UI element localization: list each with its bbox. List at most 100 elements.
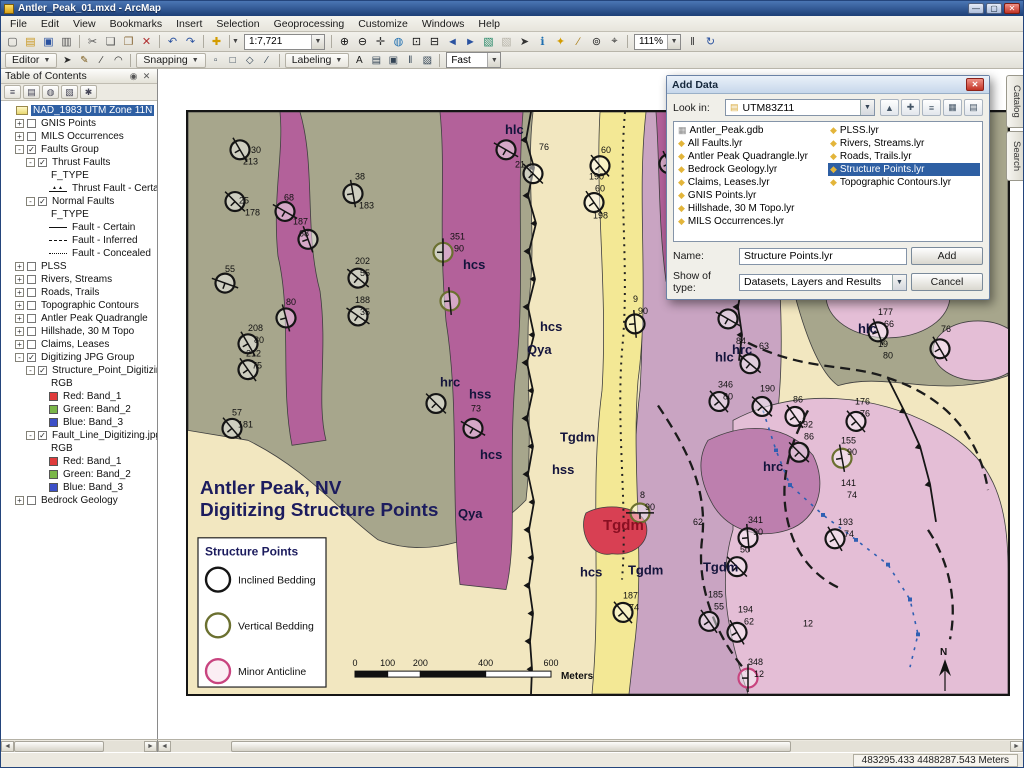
expander-icon[interactable]: +	[15, 288, 24, 297]
edit-tool-icon[interactable]: ➤	[59, 53, 75, 67]
toc-item[interactable]: Fault - Certain	[1, 221, 157, 234]
scroll-thumb[interactable]	[231, 741, 791, 752]
toggle-contents-icon[interactable]: ≡	[922, 99, 941, 116]
file-item[interactable]: ◆Bedrock Geology.lyr	[676, 163, 828, 176]
toc-item[interactable]: -✓Digitizing JPG Group	[1, 351, 157, 364]
expander-icon[interactable]: -	[26, 197, 35, 206]
layer-checkbox[interactable]	[27, 262, 36, 271]
pause-labeling-icon[interactable]: ‖	[402, 53, 418, 67]
hyperlink-icon[interactable]: ✦	[552, 34, 569, 50]
toc-item[interactable]: Green: Band_2	[1, 403, 157, 416]
menu-customize[interactable]: Customize	[351, 17, 415, 31]
file-item[interactable]: ◆All Faults.lyr	[676, 137, 828, 150]
menu-bookmarks[interactable]: Bookmarks	[103, 17, 170, 31]
list-by-selection-icon[interactable]: ▧	[61, 85, 78, 99]
list-by-drawing-order-icon[interactable]: ≡	[4, 85, 21, 99]
layer-checkbox[interactable]	[27, 275, 36, 284]
close-button[interactable]: ✕	[1004, 3, 1020, 14]
map-scale-combo[interactable]: 1:7,721▼	[244, 34, 325, 50]
toc-item[interactable]: -✓Normal Faults	[1, 195, 157, 208]
toc-item[interactable]: -✓Fault_Line_Digitizing.jpg	[1, 429, 157, 442]
file-item[interactable]: ◆Hillshade, 30 M Topo.lyr	[676, 202, 828, 215]
toc-item[interactable]: +PLSS	[1, 260, 157, 273]
toc-item[interactable]: NAD_1983 UTM Zone 11N	[1, 104, 157, 117]
toc-item[interactable]: +Topographic Contours	[1, 299, 157, 312]
toc-item[interactable]: +Antler Peak Quadrangle	[1, 312, 157, 325]
editor-menu-button[interactable]: Editor▼	[5, 53, 57, 68]
layer-checkbox[interactable]: ✓	[27, 353, 36, 362]
scroll-right-icon[interactable]: ►	[144, 741, 157, 752]
toc-item[interactable]: +Roads, Trails	[1, 286, 157, 299]
zoom-percent-combo[interactable]: 111%▼	[634, 34, 681, 50]
straight-segment-icon[interactable]: ∕	[93, 53, 109, 67]
layer-checkbox[interactable]	[27, 340, 36, 349]
new-document-icon[interactable]: ▢	[4, 34, 21, 50]
connect-to-folder-icon[interactable]: ✚	[901, 99, 920, 116]
toc-item[interactable]: +Bedrock Geology	[1, 494, 157, 507]
delete-icon[interactable]: ✕	[138, 34, 155, 50]
save-icon[interactable]: ▣	[40, 34, 57, 50]
toc-item[interactable]: Fault - Inferred	[1, 234, 157, 247]
measure-icon[interactable]: ∕	[570, 34, 587, 50]
toc-item[interactable]: -✓Faults Group	[1, 143, 157, 156]
toc-item[interactable]: Thrust Fault - Certain	[1, 182, 157, 195]
layer-checkbox[interactable]	[27, 496, 36, 505]
copy-icon[interactable]: ❏	[102, 34, 119, 50]
list-by-source-icon[interactable]: ▤	[23, 85, 40, 99]
menu-help[interactable]: Help	[471, 17, 507, 31]
catalog-tab[interactable]: Catalog	[1006, 75, 1023, 128]
toc-item[interactable]: Fault - Concealed	[1, 247, 157, 260]
up-one-level-icon[interactable]: ▲	[880, 99, 899, 116]
add-button[interactable]: Add	[911, 247, 983, 265]
maximize-button[interactable]: ▢	[986, 3, 1002, 14]
menu-selection[interactable]: Selection	[209, 17, 266, 31]
print-icon[interactable]: ▥	[58, 34, 75, 50]
back-extent-icon[interactable]: ◄	[444, 34, 461, 50]
expander-icon[interactable]: -	[15, 145, 24, 154]
lock-labels-icon[interactable]: ▣	[385, 53, 401, 67]
toc-item[interactable]: F_TYPE	[1, 169, 157, 182]
trace-tool-icon[interactable]: ◠	[110, 53, 126, 67]
toc-item[interactable]: Red: Band_1	[1, 390, 157, 403]
toc-item[interactable]: +Claims, Leases	[1, 338, 157, 351]
label-manager-icon[interactable]: A	[351, 53, 367, 67]
close-panel-icon[interactable]: ✕	[140, 70, 153, 82]
look-in-combo[interactable]: ▤UTM83Z11 ▼	[725, 99, 875, 116]
layer-checkbox[interactable]: ✓	[27, 145, 36, 154]
toc-item[interactable]: Blue: Band_3	[1, 481, 157, 494]
open-icon[interactable]: ▤	[22, 34, 39, 50]
layer-checkbox[interactable]: ✓	[38, 431, 47, 440]
chevron-down-icon[interactable]: ▼	[892, 275, 906, 290]
pause-drawing-icon[interactable]: ‖	[684, 34, 701, 50]
forward-extent-icon[interactable]: ►	[462, 34, 479, 50]
file-item[interactable]: ◆Structure Points.lyr	[828, 163, 980, 176]
file-item[interactable]: ◆Antler Peak Quadrangle.lyr	[676, 150, 828, 163]
expander-icon[interactable]: -	[15, 353, 24, 362]
layer-checkbox[interactable]: ✓	[38, 366, 47, 375]
file-item[interactable]: ◆Topographic Contours.lyr	[828, 176, 980, 189]
layer-checkbox[interactable]: ✓	[38, 197, 47, 206]
fixed-zoom-out-icon[interactable]: ⊟	[426, 34, 443, 50]
expander-icon[interactable]: -	[26, 431, 35, 440]
pin-icon[interactable]: ◉	[127, 70, 140, 82]
expander-icon[interactable]: +	[15, 301, 24, 310]
cancel-button[interactable]: Cancel	[911, 273, 983, 291]
file-item[interactable]: ◆PLSS.lyr	[828, 124, 980, 137]
toc-item[interactable]: +Hillshade, 30 M Topo	[1, 325, 157, 338]
expander-icon[interactable]: +	[15, 327, 24, 336]
go-to-xy-icon[interactable]: ⌖	[606, 34, 623, 50]
layer-checkbox[interactable]	[27, 288, 36, 297]
expander-icon[interactable]: +	[15, 132, 24, 141]
vertex-snapping-icon[interactable]: ◇	[242, 53, 258, 67]
menu-edit[interactable]: Edit	[34, 17, 66, 31]
toc-item[interactable]: +GNIS Points	[1, 117, 157, 130]
expander-icon[interactable]: +	[15, 340, 24, 349]
toc-item[interactable]: F_TYPE	[1, 208, 157, 221]
pan-icon[interactable]: ✛	[372, 34, 389, 50]
label-priority-icon[interactable]: ▤	[368, 53, 384, 67]
expander-icon[interactable]: +	[15, 262, 24, 271]
expander-icon[interactable]: +	[15, 119, 24, 128]
name-input[interactable]: Structure Points.lyr	[739, 248, 907, 265]
select-features-icon[interactable]: ▧	[480, 34, 497, 50]
toc-item[interactable]: +Rivers, Streams	[1, 273, 157, 286]
